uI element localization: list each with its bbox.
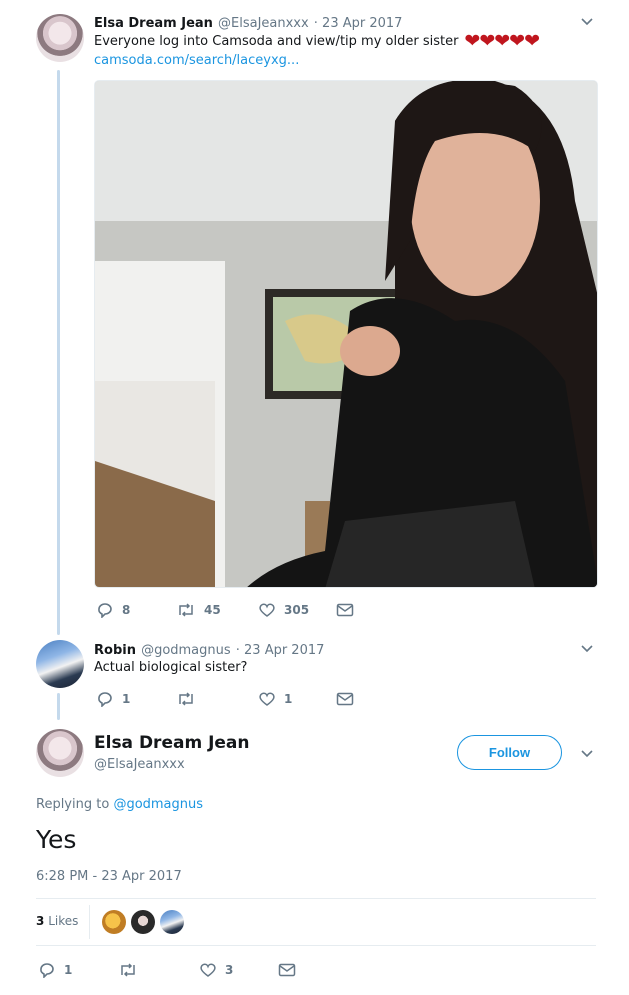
like-count: 305 bbox=[284, 603, 310, 617]
likes-stat[interactable]: 3 Likes bbox=[36, 914, 78, 928]
chevron-down-icon[interactable] bbox=[580, 746, 594, 760]
reply-button[interactable]: 1 bbox=[38, 962, 72, 978]
photo-illustration bbox=[95, 81, 597, 587]
retweet-icon bbox=[179, 692, 193, 706]
reply-count: 1 bbox=[64, 963, 73, 977]
retweet-icon bbox=[121, 963, 135, 977]
chevron-down-icon[interactable] bbox=[580, 14, 594, 28]
user-handle[interactable]: @godmagnus bbox=[141, 643, 231, 658]
retweet-button[interactable]: 45 bbox=[176, 602, 221, 618]
like-button[interactable]: 3 bbox=[199, 962, 233, 978]
like-button[interactable]: 305 bbox=[258, 602, 309, 618]
envelope-icon bbox=[278, 963, 296, 977]
thread-line bbox=[57, 70, 60, 635]
reply-button[interactable]: 1 bbox=[96, 691, 130, 707]
chevron-down-icon[interactable] bbox=[580, 641, 594, 655]
divider bbox=[36, 945, 596, 946]
replying-prefix: Replying to bbox=[36, 797, 110, 812]
retweet-button[interactable] bbox=[118, 962, 146, 978]
replying-to: Replying to @godmagnus bbox=[36, 797, 203, 812]
tweet-link[interactable]: camsoda.com/search/laceyxg... bbox=[94, 53, 299, 68]
heart-icon bbox=[259, 603, 275, 617]
stat-separator bbox=[89, 905, 90, 939]
like-count: 3 bbox=[225, 963, 234, 977]
thread-line-2 bbox=[57, 693, 60, 720]
like-button[interactable]: 1 bbox=[258, 691, 292, 707]
reply-icon bbox=[98, 692, 112, 707]
dm-button[interactable] bbox=[336, 603, 354, 617]
display-name[interactable]: Robin bbox=[94, 643, 136, 658]
likes-count: 3 bbox=[36, 914, 45, 928]
avatar[interactable] bbox=[36, 729, 84, 777]
tweet-text: Everyone log into Camsoda and view/tip m… bbox=[94, 30, 540, 52]
retweet-count: 45 bbox=[204, 603, 221, 617]
replying-handle-link[interactable]: @godmagnus bbox=[113, 797, 203, 812]
user-handle[interactable]: @ElsaJeanxxx bbox=[218, 16, 309, 31]
reply-button[interactable]: 8 bbox=[96, 602, 130, 618]
dm-button[interactable] bbox=[336, 692, 354, 706]
liker-avatar-2[interactable] bbox=[131, 910, 155, 934]
liker-avatar-1[interactable] bbox=[102, 910, 126, 934]
avatar[interactable] bbox=[36, 14, 84, 62]
reply-icon bbox=[40, 963, 54, 978]
heart-icon bbox=[259, 692, 275, 706]
liker-avatar-3[interactable] bbox=[160, 910, 184, 934]
heart-icon bbox=[200, 963, 216, 977]
retweet-icon bbox=[179, 603, 193, 617]
follow-button[interactable]: Follow bbox=[457, 735, 562, 770]
reply-icon bbox=[98, 603, 112, 618]
display-name[interactable]: Elsa Dream Jean bbox=[94, 733, 250, 753]
display-name[interactable]: Elsa Dream Jean bbox=[94, 16, 213, 31]
tweet-body: Actual biological sister? bbox=[94, 660, 248, 675]
retweet-button[interactable] bbox=[176, 691, 204, 707]
avatar[interactable] bbox=[36, 640, 84, 688]
envelope-icon bbox=[336, 692, 354, 706]
user-handle[interactable]: @ElsaJeanxxx bbox=[94, 757, 185, 772]
tweet-header: Robin @godmagnus · 23 Apr 2017 bbox=[94, 639, 324, 658]
envelope-icon bbox=[336, 603, 354, 617]
tweet-body: Yes bbox=[36, 825, 77, 854]
tweet-date[interactable]: · 23 Apr 2017 bbox=[236, 643, 325, 658]
tweet-photo[interactable] bbox=[94, 80, 598, 588]
heart-emojis: ❤❤❤❤❤ bbox=[464, 30, 540, 52]
tweet-date[interactable]: · 23 Apr 2017 bbox=[314, 16, 403, 31]
divider bbox=[36, 898, 596, 899]
tweet-body: Everyone log into Camsoda and view/tip m… bbox=[94, 34, 459, 49]
tweet-header: Elsa Dream Jean @ElsaJeanxxx · 23 Apr 20… bbox=[94, 12, 402, 31]
tweet-timestamp[interactable]: 6:28 PM - 23 Apr 2017 bbox=[36, 869, 182, 884]
like-count: 1 bbox=[284, 692, 293, 706]
likes-label: Likes bbox=[48, 914, 79, 928]
reply-count: 1 bbox=[122, 692, 131, 706]
dm-button[interactable] bbox=[278, 963, 296, 977]
reply-count: 8 bbox=[122, 603, 131, 617]
